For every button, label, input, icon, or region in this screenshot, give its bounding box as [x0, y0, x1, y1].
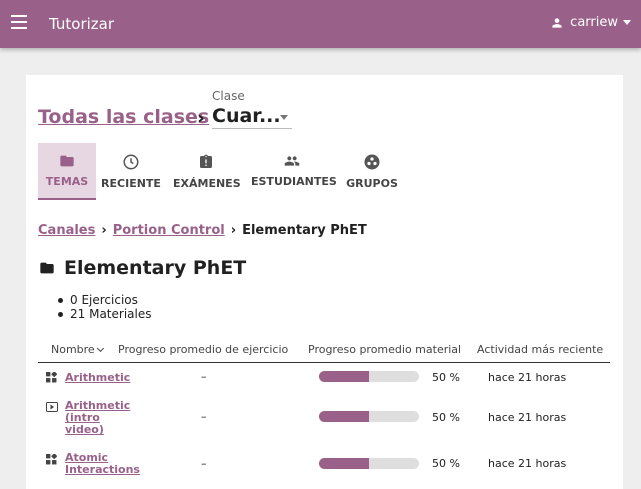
breadcrumb-portion-control[interactable]: Portion Control: [113, 223, 225, 238]
breadcrumb: Canales › Portion Control › Elementary PhET: [38, 223, 367, 238]
column-header-label: Nombre: [51, 343, 95, 356]
menu-icon[interactable]: [11, 15, 27, 29]
progress-fill: [319, 371, 369, 382]
recent-activity: hace 21 horas: [488, 457, 567, 470]
tab-grupos[interactable]: GRUPOS: [345, 143, 399, 200]
column-header-exercise: Progreso promedio de ejercicio: [118, 343, 289, 356]
tab-examenes[interactable]: EXÁMENES: [173, 143, 241, 200]
exercise-progress: –: [201, 370, 207, 383]
class-header: Todas las clases › Clase Cuar...: [38, 89, 608, 129]
resource-link[interactable]: Arithmetic: [65, 372, 135, 384]
assignment-icon: [200, 154, 212, 168]
header-separator: ›: [197, 107, 205, 129]
people-icon: [284, 156, 300, 166]
exercise-progress: –: [201, 457, 207, 470]
progress-bar: [319, 458, 419, 469]
clock-icon: [123, 154, 139, 170]
tab-label: TEMAS: [45, 175, 89, 188]
all-classes-link[interactable]: Todas las clases: [38, 106, 209, 128]
breadcrumb-separator: ›: [101, 223, 107, 238]
chevron-down-icon: [280, 115, 288, 120]
stat-materials: 21 Materiales: [58, 307, 151, 321]
page-title: Elementary PhET: [38, 257, 246, 279]
groups-icon: [364, 154, 380, 170]
progress-percent: 50 %: [432, 371, 460, 384]
column-header-name[interactable]: Nombre: [51, 343, 104, 356]
breadcrumb-canales[interactable]: Canales: [38, 223, 95, 238]
app-title: Tutorizar: [49, 15, 115, 33]
app-icon: [46, 454, 57, 465]
tab-estudiantes[interactable]: ESTUDIANTES: [251, 143, 337, 200]
recent-activity: hace 21 horas: [488, 371, 567, 384]
column-header-activity: Actividad más reciente: [477, 343, 604, 356]
main-card: Todas las clases › Clase Cuar... TEMAS R…: [26, 75, 623, 489]
recent-activity: hace 21 horas: [488, 411, 567, 424]
tab-label: ESTUDIANTES: [251, 175, 337, 188]
tab-reciente[interactable]: RECIENTE: [101, 143, 161, 200]
breadcrumb-separator: ›: [230, 223, 237, 238]
progress-fill: [319, 458, 369, 469]
tab-label: RECIENTE: [101, 177, 161, 190]
table-row: Atomic Interactions – 50 % hace 21 horas: [38, 451, 610, 479]
class-select-value: Cuar...: [212, 105, 281, 127]
tab-bar: TEMAS RECIENTE EXÁMENES ESTUDIANTES GRUP…: [38, 143, 608, 200]
class-select[interactable]: Cuar...: [212, 105, 292, 129]
class-select-label: Clase: [212, 89, 245, 103]
page-title-text: Elementary PhET: [64, 257, 247, 279]
chevron-down-icon: [96, 344, 104, 353]
stat-exercises: 0 Ejercicios: [58, 293, 151, 307]
topic-stats: 0 Ejercicios 21 Materiales: [58, 293, 151, 321]
progress-bar: [319, 411, 419, 422]
tab-temas[interactable]: TEMAS: [38, 143, 96, 200]
column-header-material: Progreso promedio material: [308, 343, 462, 356]
breadcrumb-current: Elementary PhET: [242, 223, 367, 238]
progress-bar: [319, 371, 419, 382]
chevron-down-icon: [623, 20, 631, 25]
folder-icon: [60, 155, 74, 167]
app-bar: Tutorizar carriew: [0, 0, 641, 48]
tab-label: EXÁMENES: [173, 177, 241, 190]
exercise-progress: –: [201, 410, 207, 423]
tab-label: GRUPOS: [346, 177, 398, 190]
table-header: Nombre Progreso promedio de ejercicio Pr…: [38, 341, 610, 363]
person-icon: [552, 17, 562, 28]
progress-fill: [319, 411, 369, 422]
video-icon: [46, 402, 58, 412]
username: carriew: [570, 15, 618, 30]
user-menu[interactable]: carriew: [550, 15, 631, 30]
resource-link[interactable]: Atomic Interactions: [65, 452, 140, 476]
resource-link[interactable]: Arithmetic (intro video): [65, 400, 135, 436]
table-row: Arithmetic – 50 % hace 21 horas: [38, 367, 610, 387]
app-icon: [46, 372, 57, 383]
folder-icon: [40, 262, 54, 274]
table-row: Arithmetic (intro video) – 50 % hace 21 …: [38, 397, 610, 437]
progress-percent: 50 %: [432, 457, 460, 470]
progress-percent: 50 %: [432, 411, 460, 424]
